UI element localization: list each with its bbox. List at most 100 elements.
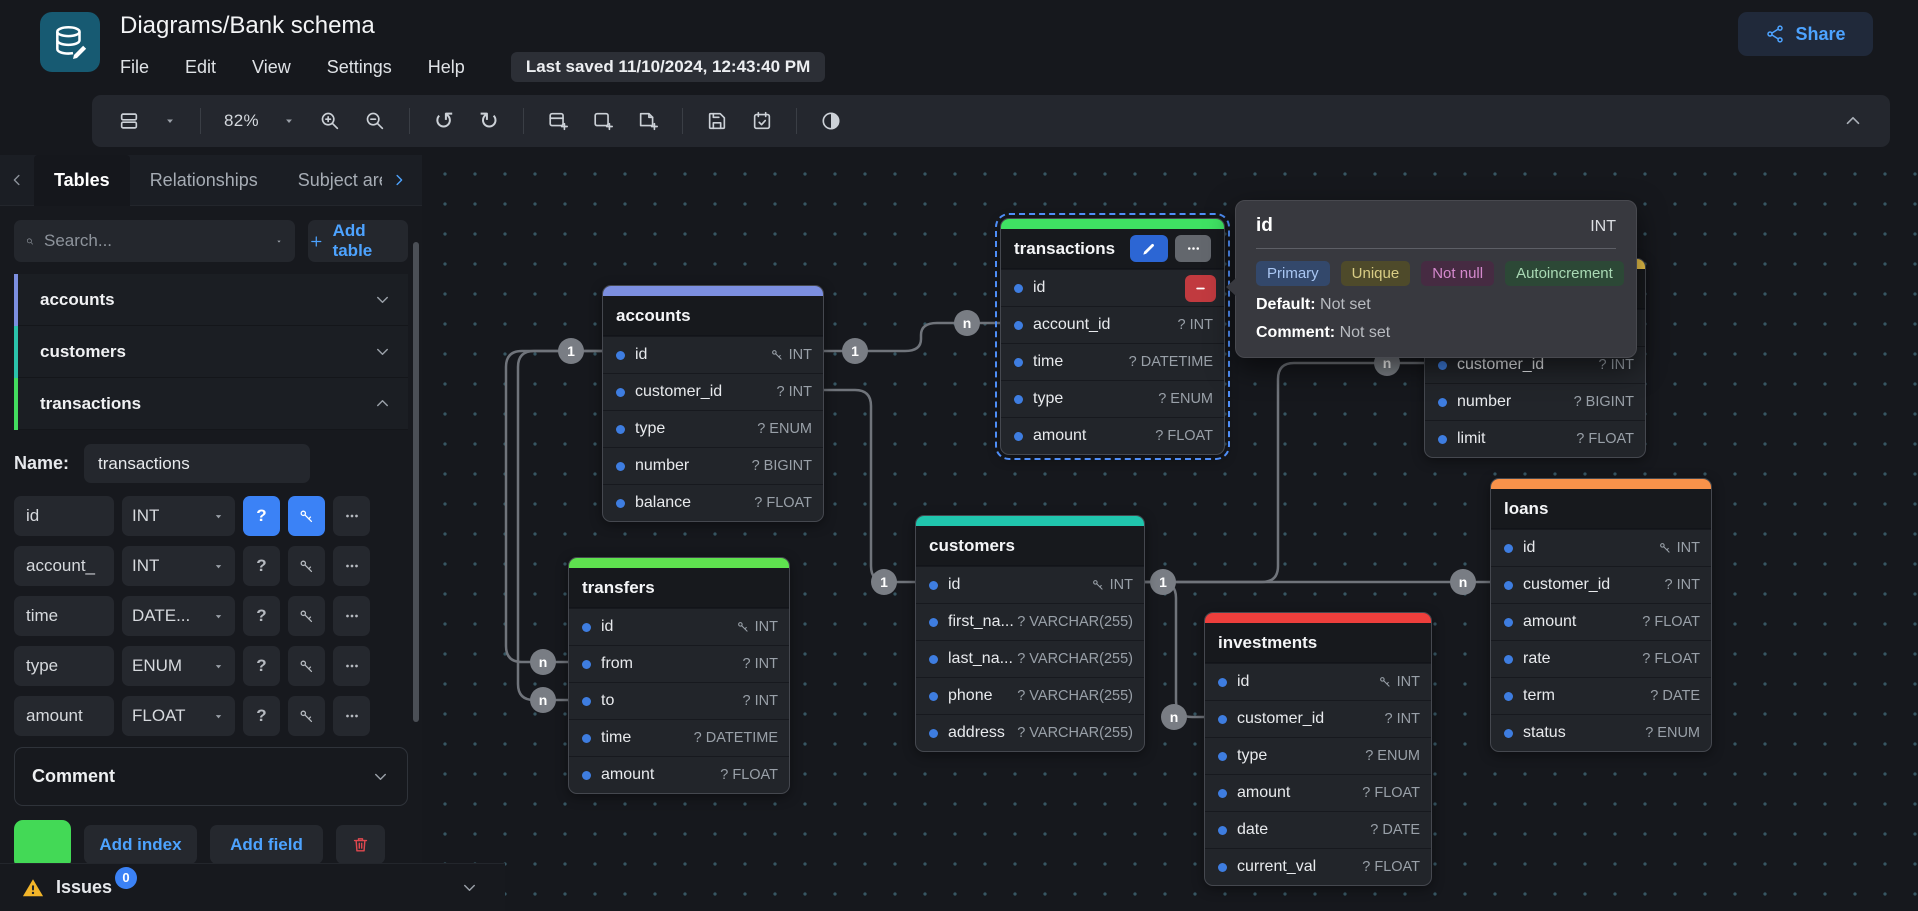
zoom-level[interactable]: 82% (224, 111, 259, 131)
table-field-row[interactable]: amount? FLOAT (569, 756, 789, 793)
tab-subject-areas[interactable]: Subject areas (278, 155, 382, 206)
canvas-table-transfers[interactable]: transfersidINTfrom? INTto? INTtime? DATE… (568, 557, 790, 794)
field-primary-toggle[interactable] (288, 696, 325, 736)
field-name-input[interactable]: amount (14, 696, 114, 736)
field-type-select[interactable]: INT (122, 496, 235, 536)
table-field-row[interactable]: number? BIGINT (1425, 383, 1645, 420)
field-nullable-toggle[interactable]: ? (243, 646, 280, 686)
app-logo[interactable] (40, 12, 100, 72)
sidebar-scrollbar[interactable] (413, 242, 419, 722)
add-field-button[interactable]: Add field (210, 825, 323, 863)
canvas-table-investments[interactable]: investmentsidINTcustomer_id? INTtype? EN… (1204, 612, 1432, 886)
table-field-row[interactable]: amount? FLOAT (1491, 603, 1711, 640)
add-index-button[interactable]: Add index (84, 825, 197, 863)
todo-icon[interactable] (751, 110, 773, 132)
sidebar-item-customers[interactable]: customers (14, 326, 408, 378)
field-type-select[interactable]: ENUM (122, 646, 235, 686)
table-field-row[interactable]: time? DATETIME (569, 719, 789, 756)
redo-icon[interactable]: ↻ (478, 110, 500, 132)
tabs-scroll-right-icon[interactable] (390, 171, 408, 189)
table-field-row[interactable]: type? ENUM (603, 410, 823, 447)
table-field-row[interactable]: date? DATE (1205, 811, 1431, 848)
collapse-header-icon[interactable] (1842, 110, 1864, 132)
table-field-row[interactable]: customer_id? INT (1491, 566, 1711, 603)
layout-caret-down-icon[interactable] (163, 114, 177, 128)
menu-help[interactable]: Help (428, 57, 465, 78)
field-type-select[interactable]: DATE... (122, 596, 235, 636)
chevron-down-icon[interactable] (373, 342, 392, 361)
save-icon[interactable] (706, 110, 728, 132)
table-field-row[interactable]: balance? FLOAT (603, 484, 823, 521)
issues-chevron-down-icon[interactable] (460, 878, 479, 897)
table-field-row[interactable]: idINT (1205, 663, 1431, 700)
table-field-row[interactable]: status? ENUM (1491, 714, 1711, 751)
table-field-row[interactable]: address? VARCHAR(255) (916, 714, 1144, 751)
canvas-table-accounts[interactable]: accountsidINTcustomer_id? INTtype? ENUMn… (602, 285, 824, 522)
table-field-row[interactable]: amount? FLOAT (1001, 417, 1224, 454)
field-more-button[interactable] (333, 696, 370, 736)
field-type-select[interactable]: INT (122, 546, 235, 586)
table-field-row[interactable]: customer_id? INT (1205, 700, 1431, 737)
table-field-row[interactable]: type? ENUM (1205, 737, 1431, 774)
field-more-button[interactable] (333, 496, 370, 536)
canvas-table-customers[interactable]: customersidINTfirst_na...? VARCHAR(255)l… (915, 515, 1145, 752)
table-field-row[interactable]: last_na...? VARCHAR(255) (916, 640, 1144, 677)
field-nullable-toggle[interactable]: ? (243, 596, 280, 636)
field-primary-toggle[interactable] (288, 596, 325, 636)
search-input[interactable] (44, 231, 265, 251)
field-primary-toggle[interactable] (288, 546, 325, 586)
field-name-input[interactable]: id (14, 496, 114, 536)
tab-tables[interactable]: Tables (34, 155, 130, 206)
table-field-row[interactable]: amount? FLOAT (1205, 774, 1431, 811)
table-field-row[interactable]: first_na...? VARCHAR(255) (916, 603, 1144, 640)
table-field-row[interactable]: idINT (569, 608, 789, 645)
layout-icon[interactable] (118, 110, 140, 132)
table-field-row[interactable]: rate? FLOAT (1491, 640, 1711, 677)
field-nullable-toggle[interactable]: ? (243, 496, 280, 536)
field-nullable-toggle[interactable]: ? (243, 546, 280, 586)
canvas-table-transactions[interactable]: transactionsidaccount_id? INTtime? DATET… (1000, 218, 1225, 455)
table-search-box[interactable] (14, 220, 295, 262)
table-field-row[interactable]: id (1001, 269, 1224, 306)
field-nullable-toggle[interactable]: ? (243, 696, 280, 736)
table-field-row[interactable]: idINT (916, 566, 1144, 603)
share-button[interactable]: Share (1738, 12, 1873, 56)
sidebar-item-accounts[interactable]: accounts (14, 274, 408, 326)
tabs-scroll-left-icon[interactable] (8, 171, 26, 189)
table-field-row[interactable]: customer_id? INT (603, 373, 823, 410)
canvas-table-loans[interactable]: loansidINTcustomer_id? INTamount? FLOATr… (1490, 478, 1712, 752)
field-more-button[interactable] (333, 646, 370, 686)
table-field-row[interactable]: number? BIGINT (603, 447, 823, 484)
table-field-row[interactable]: account_id? INT (1001, 306, 1224, 343)
chevron-down-icon[interactable] (373, 290, 392, 309)
table-field-row[interactable]: time? DATETIME (1001, 343, 1224, 380)
theme-icon[interactable] (820, 110, 842, 132)
table-name-input[interactable] (84, 444, 310, 483)
zoom-caret-down-icon[interactable] (282, 114, 296, 128)
table-field-row[interactable]: type? ENUM (1001, 380, 1224, 417)
edit-table-button[interactable] (1130, 235, 1168, 262)
field-type-select[interactable]: FLOAT (122, 696, 235, 736)
table-field-row[interactable]: limit? FLOAT (1425, 420, 1645, 457)
field-name-input[interactable]: time (14, 596, 114, 636)
menu-file[interactable]: File (120, 57, 149, 78)
table-more-button[interactable] (1175, 235, 1211, 262)
add-table-icon[interactable] (547, 110, 569, 132)
add-table-button[interactable]: Add table (308, 220, 408, 262)
zoom-out-icon[interactable] (364, 110, 386, 132)
add-area-icon[interactable] (592, 110, 614, 132)
chevron-up-icon[interactable] (373, 394, 392, 413)
delete-table-button[interactable] (336, 825, 385, 863)
table-field-row[interactable]: current_val? FLOAT (1205, 848, 1431, 885)
delete-field-button[interactable] (1185, 275, 1216, 302)
field-more-button[interactable] (333, 546, 370, 586)
table-color-swatch[interactable] (14, 820, 71, 863)
menu-edit[interactable]: Edit (185, 57, 216, 78)
table-field-row[interactable]: to? INT (569, 682, 789, 719)
comment-collapsible[interactable]: Comment (14, 747, 408, 806)
menu-settings[interactable]: Settings (327, 57, 392, 78)
table-field-row[interactable]: from? INT (569, 645, 789, 682)
issues-bar[interactable]: Issues 0 (0, 863, 505, 911)
table-field-row[interactable]: idINT (1491, 529, 1711, 566)
diagram-canvas[interactable]: 1nn1n11nnn accountsidINTcustomer_id? INT… (422, 147, 1918, 911)
